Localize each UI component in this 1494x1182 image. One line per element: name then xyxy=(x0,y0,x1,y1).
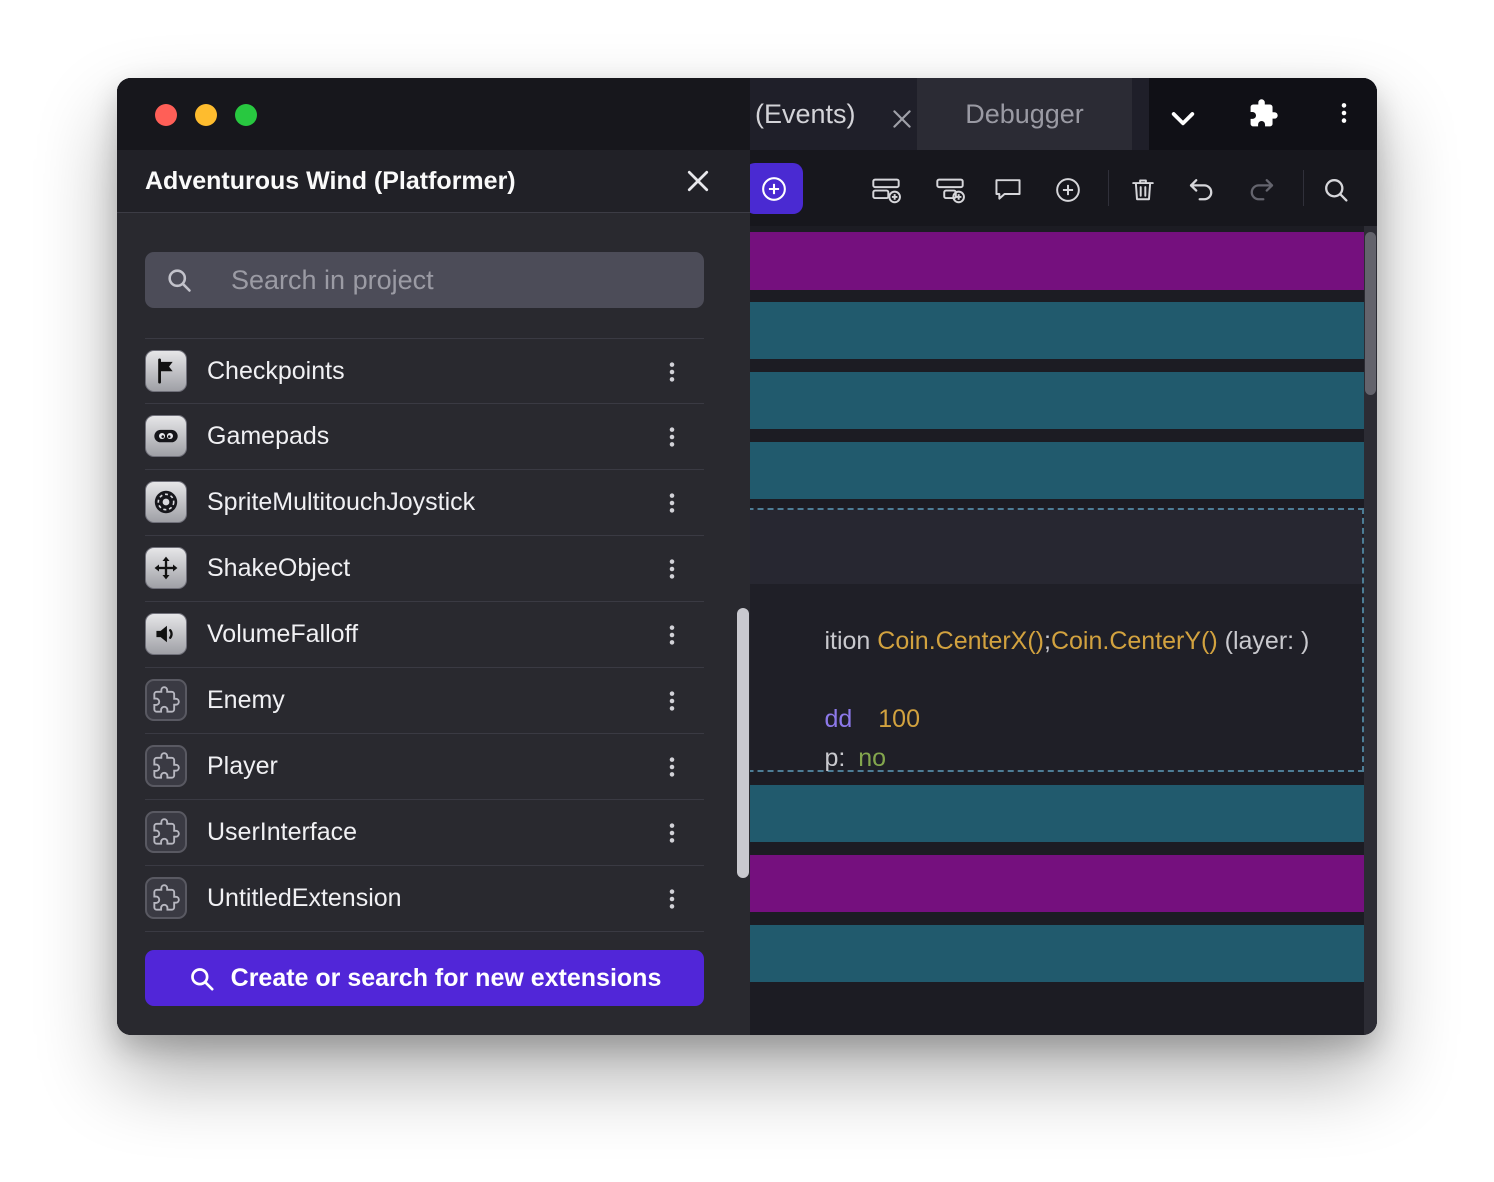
events-scrollbar-thumb[interactable] xyxy=(1365,232,1376,395)
project-search-field[interactable] xyxy=(145,252,704,308)
kebab-menu-icon[interactable] xyxy=(659,490,685,516)
kebab-menu-icon[interactable] xyxy=(659,424,685,450)
close-icon[interactable] xyxy=(683,166,713,196)
kebab-menu-icon[interactable] xyxy=(659,886,685,912)
window-titlebar xyxy=(117,78,750,150)
extension-list-item[interactable]: UserInterface xyxy=(145,800,704,866)
extension-list-item[interactable]: SpriteMultitouchJoystick xyxy=(145,470,704,536)
gdevelop-window: (Events) Debugger xyxy=(117,78,1377,1035)
option-label: p: xyxy=(824,744,852,772)
project-manager-panel: Adventurous Wind (Platformer) Checkpoint… xyxy=(117,78,750,1035)
extension-label: Checkpoints xyxy=(207,339,345,404)
traffic-close-button[interactable] xyxy=(155,104,177,126)
extension-label: Enemy xyxy=(207,668,285,733)
action-text: ition xyxy=(824,627,877,655)
extension-list-item[interactable]: ShakeObject xyxy=(145,536,704,602)
toolbar-separator xyxy=(1108,170,1109,206)
extension-label: UntitledExtension xyxy=(207,866,402,931)
speaker-icon xyxy=(145,613,187,655)
extension-label: Player xyxy=(207,734,278,799)
panel-scrollbar-thumb[interactable] xyxy=(737,608,749,878)
flag-icon xyxy=(145,350,187,392)
gamepad-icon xyxy=(145,415,187,457)
overflow-menu-icon[interactable] xyxy=(1331,100,1357,128)
kebab-menu-icon[interactable] xyxy=(659,556,685,582)
joystick-icon xyxy=(145,481,187,523)
extension-list-item[interactable]: Gamepads xyxy=(145,404,704,470)
add-sub-event-icon[interactable] xyxy=(935,175,965,205)
add-standard-event-icon[interactable] xyxy=(871,175,901,205)
kebab-menu-icon[interactable] xyxy=(659,359,685,385)
event-option-line: p: no xyxy=(755,704,886,740)
tab-events[interactable]: (Events) xyxy=(755,78,856,150)
extension-label: VolumeFalloff xyxy=(207,602,358,667)
tab-debugger[interactable]: Debugger xyxy=(917,78,1132,150)
layer-text: (layer: ) xyxy=(1218,627,1310,655)
kebab-menu-icon[interactable] xyxy=(659,820,685,846)
separator: ; xyxy=(1044,627,1051,655)
event-param-line: dd100 xyxy=(755,665,920,701)
chevron-down-icon[interactable] xyxy=(1167,102,1199,130)
traffic-zoom-button[interactable] xyxy=(235,104,257,126)
search-icon xyxy=(165,266,193,294)
puzzle-icon xyxy=(145,745,187,787)
puzzle-icon xyxy=(145,877,187,919)
add-comment-icon[interactable] xyxy=(993,175,1023,205)
undo-icon[interactable] xyxy=(1187,175,1217,205)
tab-close-icon[interactable] xyxy=(889,106,915,132)
traffic-minimize-button[interactable] xyxy=(195,104,217,126)
add-event-button[interactable] xyxy=(745,163,803,214)
expression-x: Coin.CenterX() xyxy=(877,627,1044,655)
events-scrollbar-track xyxy=(1364,226,1377,1035)
project-title: Adventurous Wind (Platformer) xyxy=(145,150,516,212)
kebab-menu-icon[interactable] xyxy=(659,622,685,648)
puzzle-icon xyxy=(145,811,187,853)
extension-list-item[interactable]: VolumeFalloff xyxy=(145,602,704,668)
tab-debugger-label: Debugger xyxy=(917,78,1132,150)
create-extension-button[interactable]: Create or search for new extensions xyxy=(145,950,704,1006)
extension-list-item[interactable]: Player xyxy=(145,734,704,800)
search-icon xyxy=(188,965,215,992)
redo-icon[interactable] xyxy=(1246,175,1276,205)
puzzle-icon xyxy=(145,679,187,721)
extension-label: Gamepads xyxy=(207,404,329,469)
toolbar-separator xyxy=(1303,170,1304,206)
extension-list-item[interactable]: Checkpoints xyxy=(145,338,704,404)
extension-list-item[interactable]: Enemy xyxy=(145,668,704,734)
event-action-line: ition Coin.CenterX();Coin.CenterY() (lay… xyxy=(755,587,1309,623)
extension-label: ShakeObject xyxy=(207,536,350,601)
extensions-puzzle-icon[interactable] xyxy=(1248,98,1279,129)
option-value: no xyxy=(858,744,886,772)
create-extension-label: Create or search for new extensions xyxy=(231,964,662,993)
kebab-menu-icon[interactable] xyxy=(659,754,685,780)
expression-y: Coin.CenterY() xyxy=(1051,627,1218,655)
search-icon[interactable] xyxy=(1321,175,1351,205)
extension-label: SpriteMultitouchJoystick xyxy=(207,470,475,535)
add-other-icon[interactable] xyxy=(1053,175,1083,205)
kebab-menu-icon[interactable] xyxy=(659,688,685,714)
extension-label: UserInterface xyxy=(207,800,357,865)
tabbar-actions xyxy=(1149,78,1377,150)
move-arrows-icon xyxy=(145,547,187,589)
delete-icon[interactable] xyxy=(1128,175,1158,205)
extension-list-item[interactable]: UntitledExtension xyxy=(145,866,704,932)
search-input[interactable] xyxy=(229,252,679,308)
panel-title-row: Adventurous Wind (Platformer) xyxy=(117,150,750,213)
